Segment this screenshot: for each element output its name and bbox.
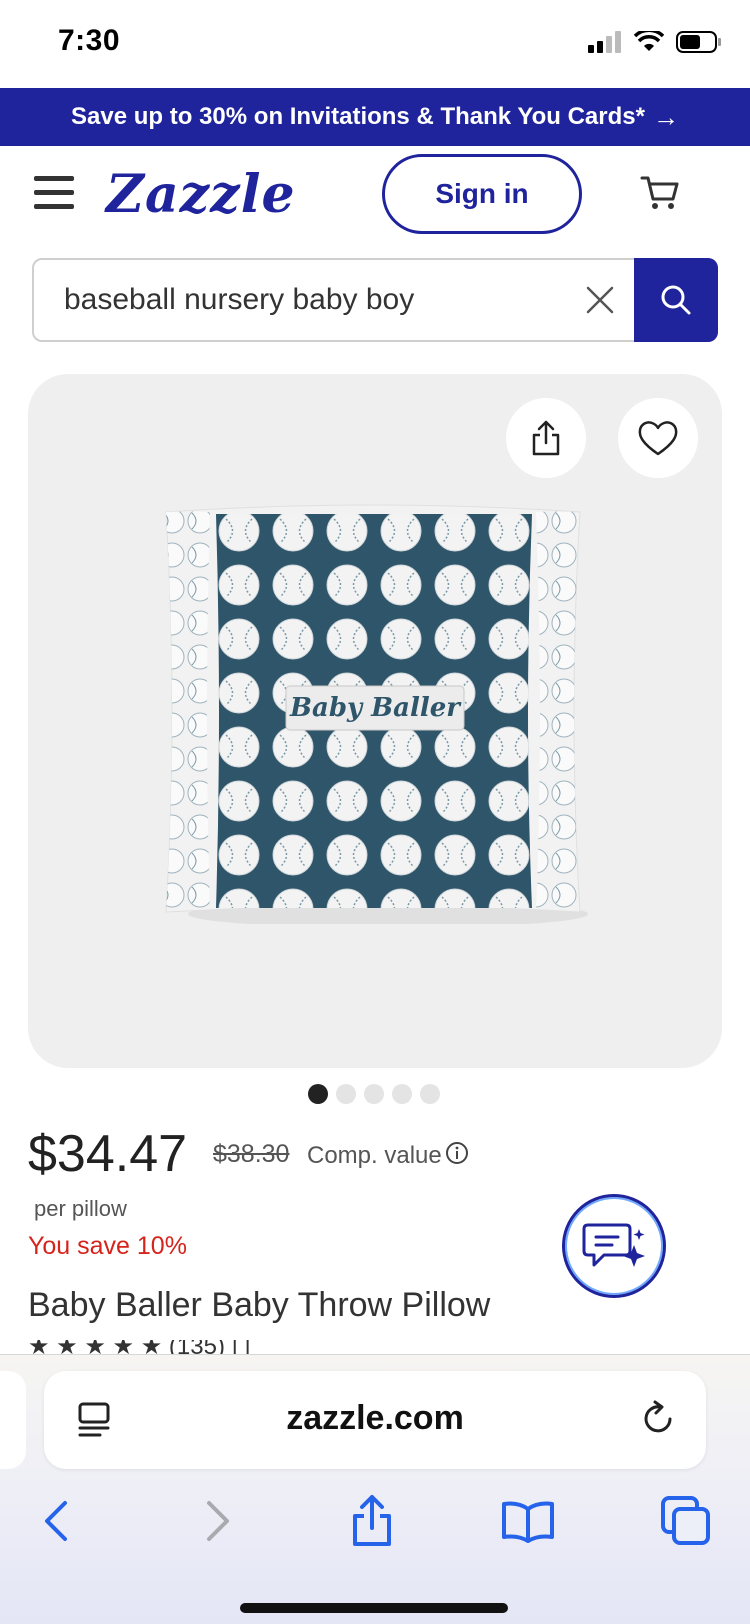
browser-chrome: zazzle.com (0, 1354, 750, 1624)
arrow-right-icon: → (652, 101, 679, 132)
carousel-dot[interactable] (308, 1084, 328, 1104)
tabs-button[interactable] (656, 1491, 716, 1551)
share-icon (532, 420, 560, 456)
product-image: Baby Baller (165, 504, 588, 924)
savings-text: You save 10% (28, 1232, 187, 1260)
promo-banner[interactable]: Save up to 30% on Invitations & Thank Yo… (0, 88, 750, 146)
heart-icon (638, 421, 678, 456)
chat-assistant-button[interactable] (562, 1194, 666, 1298)
search-input[interactable] (64, 280, 544, 320)
share-page-button[interactable] (342, 1491, 402, 1551)
sign-in-button[interactable]: Sign in (382, 154, 582, 234)
search-icon (661, 285, 691, 315)
carousel-dot[interactable] (364, 1084, 384, 1104)
browser-toolbar (0, 1491, 750, 1551)
home-indicator (240, 1603, 508, 1613)
status-time: 7:30 (58, 24, 121, 57)
chevron-left-icon (45, 1501, 67, 1541)
site-header: Zazzle Sign in (0, 146, 750, 256)
page: 7:30 Save up to 30% on Invitations & Tha… (0, 0, 750, 1624)
search-button[interactable] (634, 258, 718, 342)
url-text: zazzle.com (286, 1399, 464, 1437)
forward-button[interactable] (188, 1491, 248, 1551)
hamburger-menu-icon[interactable] (34, 176, 74, 212)
battery-icon (676, 31, 721, 53)
original-price: $38.30 (213, 1140, 290, 1168)
bookmarks-button[interactable] (498, 1491, 558, 1551)
rating-row[interactable]: ★ ★ ★ ★ ★ (135) | | (28, 1340, 428, 1354)
share-button[interactable] (506, 398, 586, 478)
product-image-carousel[interactable]: Baby Baller (28, 374, 722, 1068)
share-icon (353, 1495, 391, 1546)
previous-tab-peek[interactable] (0, 1371, 26, 1469)
per-unit-label: per pillow (34, 1196, 127, 1221)
promo-text: Save up to 30% on Invitations & Thank Yo… (71, 103, 645, 130)
info-icon[interactable] (445, 1141, 469, 1165)
wifi-icon (634, 31, 664, 51)
carousel-dot[interactable] (420, 1084, 440, 1104)
address-bar[interactable]: zazzle.com (44, 1371, 706, 1469)
product-image-text: Baby Baller (289, 693, 462, 723)
search-bar (32, 258, 718, 342)
clear-search-icon[interactable] (582, 282, 618, 318)
cart-icon[interactable] (640, 172, 680, 212)
reload-icon[interactable] (638, 1399, 678, 1439)
chat-sparkle-icon (582, 1223, 645, 1267)
carousel-dots (308, 1084, 440, 1104)
zazzle-logo[interactable]: Zazzle (106, 164, 296, 225)
status-bar: 7:30 (0, 0, 750, 88)
tabs-icon (661, 1496, 710, 1545)
chevron-right-icon (207, 1501, 229, 1541)
carousel-dot[interactable] (336, 1084, 356, 1104)
status-icons (588, 30, 722, 54)
signal-icon (588, 31, 621, 53)
comp-value-label: Comp. value (307, 1142, 442, 1169)
product-price: $34.47 (28, 1125, 188, 1183)
product-title: Baby Baller Baby Throw Pillow (28, 1286, 491, 1324)
book-icon (502, 1501, 554, 1543)
carousel-dot[interactable] (392, 1084, 412, 1104)
favorite-button[interactable] (618, 398, 698, 478)
back-button[interactable] (26, 1491, 86, 1551)
